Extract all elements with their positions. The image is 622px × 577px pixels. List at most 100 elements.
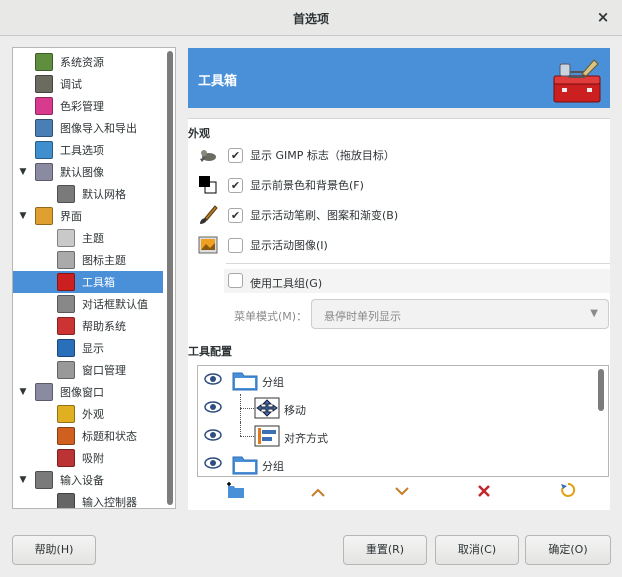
menu-mode-value: 悬停时单列显示 — [324, 310, 401, 323]
sidebar-item-20[interactable]: 输入控制器 — [13, 491, 163, 509]
page-title: 工具箱 — [198, 74, 238, 89]
sidebar-item-9[interactable]: 图标主题 — [13, 249, 163, 271]
sidebar-item-12[interactable]: 帮助系统 — [13, 315, 163, 337]
sidebar-item-16[interactable]: 外观 — [13, 403, 163, 425]
tree-node-label: 移动 — [284, 404, 306, 417]
chevron-down-icon: ▼ — [590, 308, 598, 319]
close-icon[interactable]: × — [594, 8, 612, 26]
visibility-eye-icon[interactable] — [204, 373, 222, 385]
sidebar-item-13[interactable]: 显示 — [13, 337, 163, 359]
folder-icon — [232, 456, 258, 475]
option-use-tool-groups[interactable]: 使用工具组(G) — [224, 269, 610, 293]
help-button[interactable]: 帮助(H) — [12, 535, 96, 565]
fg-bg-color-icon — [199, 176, 217, 194]
cancel-button[interactable]: 取消(C) — [435, 535, 519, 565]
expander-icon[interactable]: ▼ — [17, 387, 29, 397]
new-group-icon[interactable] — [224, 481, 248, 505]
tree-node-label: 对齐方式 — [284, 432, 328, 445]
reset-icon[interactable] — [556, 481, 580, 505]
appearance-icon — [57, 405, 75, 423]
interface-icon — [35, 207, 53, 225]
appearance-section-title: 外观 — [188, 127, 210, 140]
sidebar-item-2[interactable]: 色彩管理 — [13, 95, 163, 117]
default-grid-icon — [57, 185, 75, 203]
list-item[interactable]: 分组 — [198, 366, 598, 394]
sidebar-item-label: 输入设备 — [60, 474, 104, 487]
active-brush-label: 显示活动笔刷、图案和渐变(B) — [250, 209, 399, 222]
gimp-logo-checkbox[interactable]: ✔ — [228, 147, 243, 163]
sidebar-item-0[interactable]: 系统资源 — [13, 51, 163, 73]
image-windows-icon — [35, 383, 53, 401]
window-management-icon — [57, 361, 75, 379]
visibility-eye-icon[interactable] — [204, 401, 222, 413]
sidebar-item-label: 色彩管理 — [60, 100, 104, 113]
ok-button[interactable]: 确定(O) — [525, 535, 611, 565]
sidebar-item-18[interactable]: 吸附 — [13, 447, 163, 469]
sidebar-item-label: 帮助系统 — [82, 320, 126, 333]
list-item[interactable]: 移动 — [198, 394, 598, 422]
sidebar-item-6[interactable]: 默认网格 — [13, 183, 163, 205]
visibility-eye-icon[interactable] — [204, 457, 222, 469]
tree-connector — [240, 408, 254, 409]
menu-mode-select[interactable]: 悬停时单列显示 ▼ — [311, 299, 609, 329]
tool-config-list[interactable]: 分组 移动 对齐方式 分组 — [197, 365, 609, 477]
sidebar-item-label: 显示 — [82, 342, 104, 355]
sidebar-item-label: 默认网格 — [82, 188, 126, 201]
page-header: 工具箱 — [188, 48, 610, 108]
gimp-logo-label: 显示 GIMP 标志（拖放目标） — [250, 149, 395, 162]
move-tool-icon — [254, 397, 280, 419]
sidebar-item-19[interactable]: ▼ 输入设备 — [13, 469, 163, 491]
expander-icon[interactable]: ▼ — [17, 167, 29, 177]
tree-node-label: 分组 — [262, 376, 284, 389]
delete-icon[interactable] — [472, 481, 496, 505]
tree-scrollbar[interactable] — [167, 51, 173, 505]
list-item[interactable]: 对齐方式 — [198, 422, 598, 450]
tree-node-label: 分组 — [262, 460, 284, 473]
fg-bg-checkbox[interactable]: ✔ — [228, 177, 243, 193]
reset-button[interactable]: 重置(R) — [343, 535, 427, 565]
window-title: 首选项 — [292, 12, 329, 26]
visibility-eye-icon[interactable] — [204, 429, 222, 441]
toolbox-settings: 外观 ✔ 显示 GIMP 标志（拖放目标） ✔ 显示前景色和背景色(F) ✔ 显… — [188, 118, 610, 510]
color-management-icon — [35, 97, 53, 115]
toolbox-icon — [553, 59, 601, 103]
sidebar-item-10[interactable]: 工具箱 — [13, 271, 163, 293]
preferences-tree[interactable]: 系统资源调试色彩管理图像导入和导出 工具选项 ▼ 默认图像默认网格 ▼ 界面主题图标主题工… — [12, 47, 176, 509]
sidebar-item-8[interactable]: 主题 — [13, 227, 163, 249]
move-down-icon[interactable] — [390, 481, 414, 505]
gimp-logo-icon — [200, 150, 216, 162]
sidebar-item-3[interactable]: 图像导入和导出 — [13, 117, 163, 139]
snapping-icon — [57, 449, 75, 467]
sidebar-item-15[interactable]: ▼ 图像窗口 — [13, 381, 163, 403]
list-item[interactable]: 分组 — [198, 450, 598, 476]
image-import-export-icon — [35, 119, 53, 137]
sidebar-item-5[interactable]: ▼ 默认图像 — [13, 161, 163, 183]
sidebar-item-4[interactable]: 工具选项 — [13, 139, 163, 161]
move-up-icon[interactable] — [306, 481, 330, 505]
sidebar-item-17[interactable]: 标题和状态 — [13, 425, 163, 447]
list-scrollbar[interactable] — [598, 369, 604, 411]
sidebar-item-label: 图像窗口 — [60, 386, 104, 399]
menu-mode-label: 菜单模式(M)： — [234, 310, 308, 323]
theme-icon — [57, 229, 75, 247]
sidebar-item-1[interactable]: 调试 — [13, 73, 163, 95]
title-status-icon — [57, 427, 75, 445]
expander-icon[interactable]: ▼ — [17, 211, 29, 221]
sidebar-item-7[interactable]: ▼ 界面 — [13, 205, 163, 227]
sidebar-item-label: 输入控制器 — [82, 496, 137, 509]
expander-icon[interactable]: ▼ — [17, 475, 29, 485]
sidebar-item-label: 对话框默认值 — [82, 298, 148, 311]
sidebar-item-label: 标题和状态 — [82, 430, 137, 443]
sidebar-item-label: 调试 — [60, 78, 82, 91]
sidebar-item-label: 外观 — [82, 408, 104, 421]
sidebar-item-label: 吸附 — [82, 452, 104, 465]
input-controllers-icon — [57, 493, 75, 508]
use-tool-groups-checkbox[interactable] — [228, 273, 243, 288]
active-image-checkbox[interactable] — [228, 237, 243, 253]
sidebar-item-label: 系统资源 — [60, 56, 104, 69]
sidebar-item-11[interactable]: 对话框默认值 — [13, 293, 163, 315]
sidebar-item-14[interactable]: 窗口管理 — [13, 359, 163, 381]
sidebar-item-label: 主题 — [82, 232, 104, 245]
active-brush-checkbox[interactable]: ✔ — [228, 207, 243, 223]
fg-bg-label: 显示前景色和背景色(F) — [250, 179, 364, 192]
